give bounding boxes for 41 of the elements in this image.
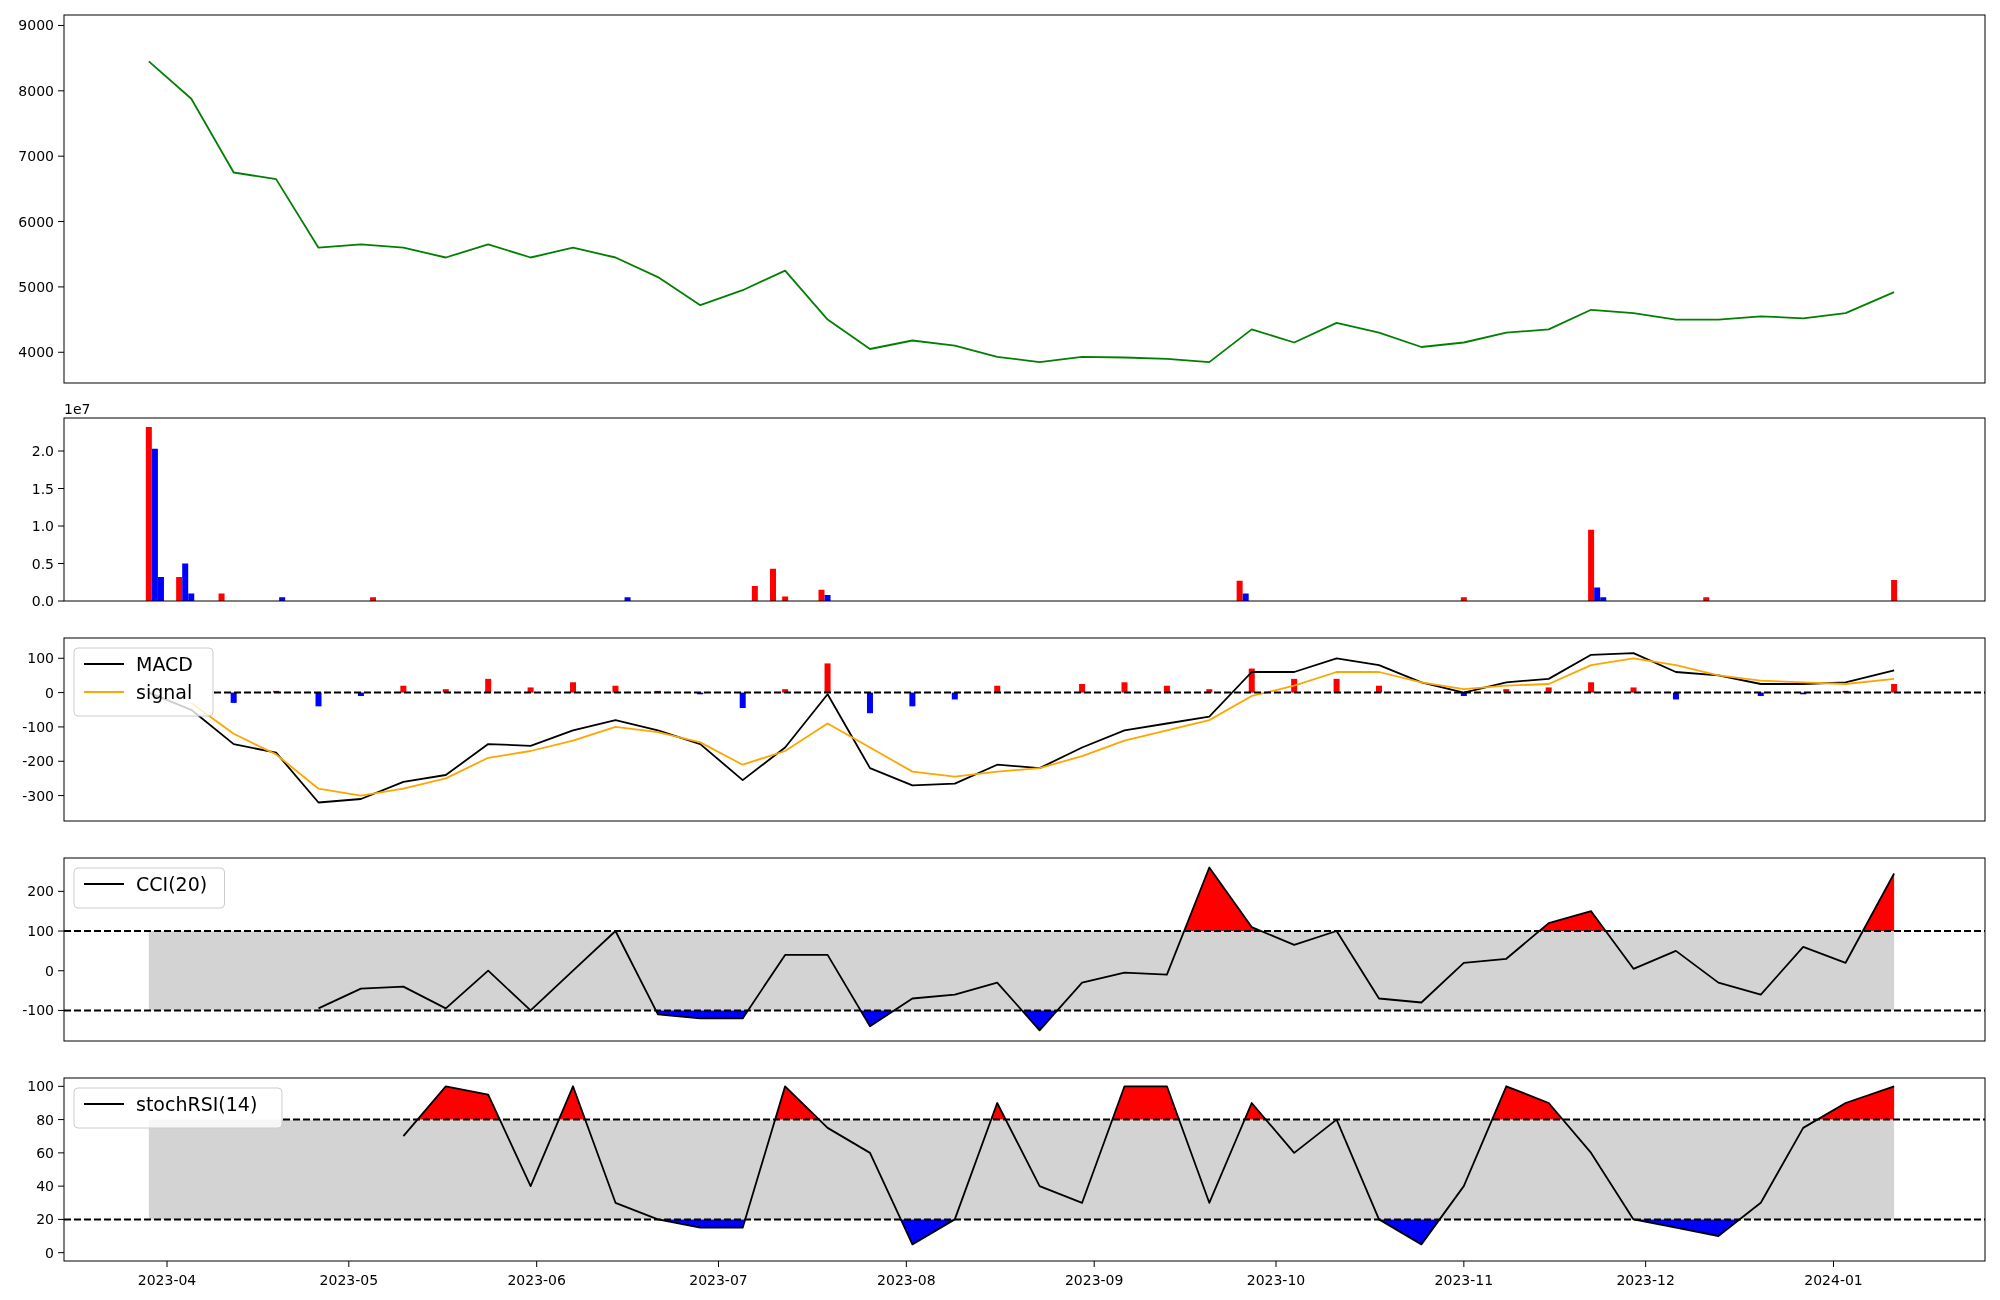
x-tick-label: 2023-10 [1246,1272,1306,1288]
y-tick-label: -100 [22,718,54,735]
y-tick-label: 9000 [18,17,54,34]
legend-label: stochRSI(14) [136,1093,258,1115]
y-tick-label: 0 [45,962,54,979]
y-tick-label: 0.0 [31,593,54,609]
y-tick-label: 200 [27,883,54,900]
y-tick-label: 0 [45,1244,54,1261]
x-tick-label: 2023-12 [1616,1272,1675,1288]
legend-label: MACD [136,653,193,675]
x-tick-label: 2023-09 [1064,1272,1124,1288]
x-tick-label: 2023-04 [137,1272,197,1288]
x-tick-label: 2023-05 [319,1272,379,1288]
y-tick-label: 4000 [18,344,54,361]
legend-label: signal [136,681,193,703]
y-tick-label: 60 [36,1144,54,1161]
x-tick-label: 2023-07 [689,1272,748,1288]
y-tick-label: 20 [36,1211,54,1228]
x-tick-label: 2024-01 [1804,1272,1863,1288]
y-tick-label: -100 [22,1002,54,1019]
y-tick-label: 6000 [18,213,54,230]
x-tick-label: 2023-06 [507,1272,566,1288]
y-tick-label: 5000 [18,278,54,295]
axis-offset-label: 1e7 [64,401,91,417]
y-tick-label: 8000 [18,82,54,99]
y-tick-label: 100 [27,1078,54,1095]
y-tick-label: -200 [22,753,54,770]
legend-label: CCI(20) [136,873,208,895]
x-tick-label: 2023-08 [877,1272,936,1288]
y-tick-label: 100 [27,923,54,940]
y-tick-label: 2.0 [31,443,54,459]
y-tick-label: 1.0 [31,518,54,534]
y-tick-label: 7000 [18,148,54,165]
y-tick-label: 40 [36,1178,54,1195]
y-tick-label: 0.5 [31,555,54,572]
y-tick-label: -300 [22,787,54,804]
y-tick-label: 0 [45,684,54,701]
x-tick-label: 2023-11 [1434,1272,1494,1288]
y-tick-label: 100 [27,650,54,667]
y-tick-label: 1.5 [31,480,54,497]
y-tick-label: 80 [36,1111,54,1128]
